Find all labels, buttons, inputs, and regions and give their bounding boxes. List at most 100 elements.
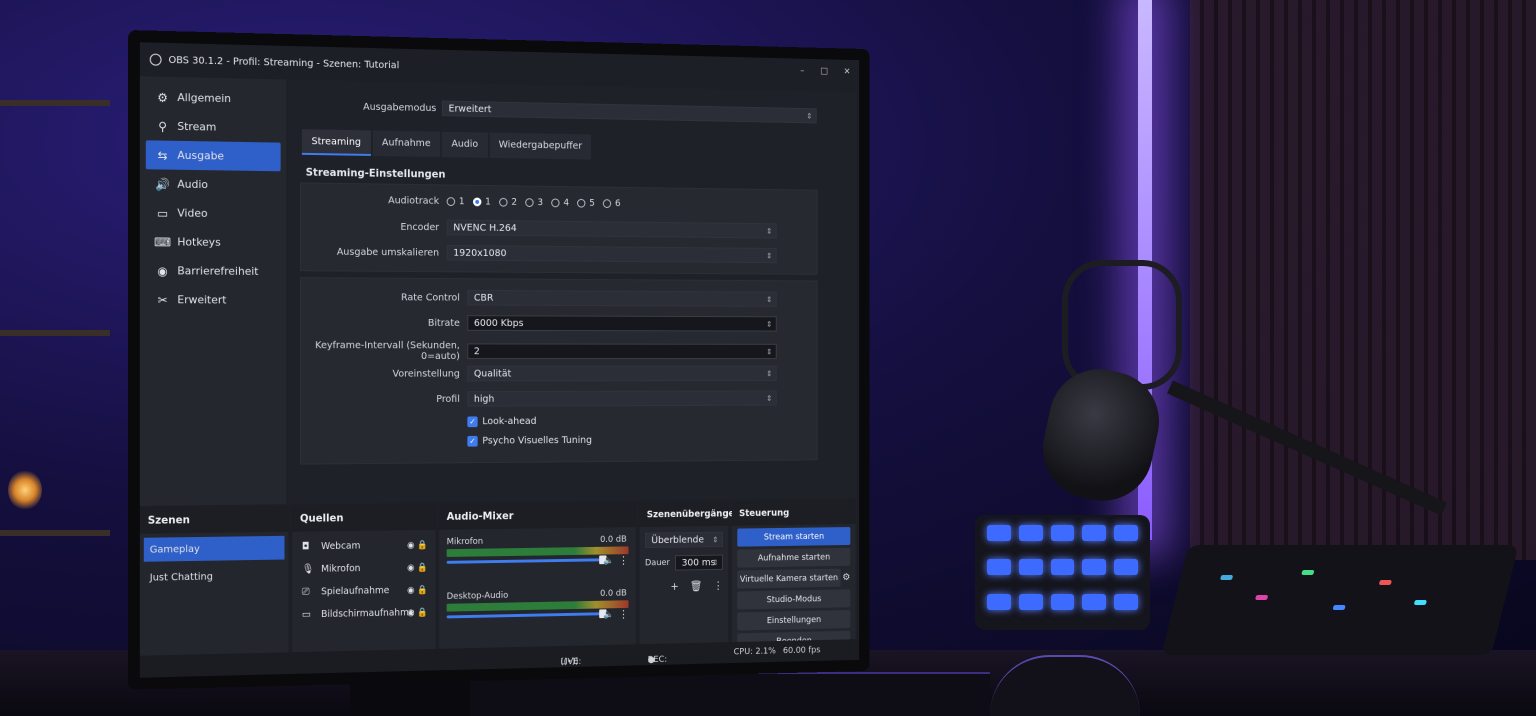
transitions-title: Szenenübergänge [639, 501, 734, 528]
audiotrack-radio-1[interactable]: 1 [446, 196, 465, 207]
monitor: OBS 30.1.2 - Profil: Streaming - Szenen:… [128, 30, 870, 690]
preset-row: Voreinstellung Qualität ⇕ [288, 365, 777, 382]
scene-item-gameplay[interactable]: Gameplay [143, 535, 285, 562]
rescale-select[interactable]: 1920x1080 ⇕ [446, 244, 777, 264]
output-icon: ⇆ [157, 147, 168, 163]
sidebar-item-erweitert[interactable]: ✂ Erweitert [146, 285, 281, 314]
tab-streaming[interactable]: Streaming [301, 129, 371, 156]
audiotrack-radio-4[interactable]: 4 [551, 198, 569, 208]
psycho-visual-checkbox[interactable]: ✓ Psycho Visuelles Tuning [467, 435, 592, 447]
keyboard-icon: ⌨ [154, 234, 172, 249]
game-capture-icon: ⎚ [301, 586, 310, 598]
bitrate-spinbox[interactable]: 6000 Kbps ⇕ [467, 315, 777, 332]
duration-spinbox[interactable]: 300 ms ⇕ [675, 554, 723, 571]
eye-icon[interactable]: ◉ [407, 563, 414, 573]
more-options-icon[interactable]: ⋮ [713, 579, 723, 592]
audiotrack-radio-5[interactable]: 5 [577, 198, 595, 209]
preset-select[interactable]: Qualität ⇕ [467, 365, 777, 382]
eye-icon[interactable]: ◉ [407, 540, 414, 550]
audiotrack-radio-1-selected[interactable]: 1 [473, 197, 491, 207]
output-mode-select[interactable]: Erweitert ⇕ [441, 100, 817, 124]
tools-icon: ✂ [157, 292, 168, 307]
sidebar-item-video[interactable]: ▭ Video [146, 198, 281, 228]
audiotrack-radio-2[interactable]: 2 [499, 197, 517, 208]
sidebar-item-hotkeys[interactable]: ⌨ Hotkeys [146, 227, 281, 257]
keyframe-label: Keyframe-Intervall (Sekunden, 0=auto) [315, 340, 460, 362]
close-icon[interactable]: ✕ [844, 67, 851, 77]
duration-row: Dauer 300 ms ⇕ [645, 554, 723, 572]
spinner-arrows-icon[interactable]: ⇕ [766, 317, 772, 331]
virtual-camera-button[interactable]: Virtuelle Kamera starten [737, 568, 841, 589]
channel-name: Desktop-Audio [446, 590, 509, 602]
preset-label: Voreinstellung [392, 368, 460, 380]
trash-icon[interactable]: 🗑 [690, 580, 703, 593]
spinner-arrows-icon[interactable]: ⇕ [712, 556, 718, 570]
lock-icon[interactable]: 🔒 [417, 608, 428, 618]
eye-icon[interactable]: ◉ [407, 608, 414, 618]
lock-icon[interactable]: 🔒 [417, 563, 428, 573]
output-settings-panel: – □ ✕ Ausgabemodus Erweitert ⇕ Streaming… [288, 66, 856, 505]
add-icon[interactable]: + [670, 580, 678, 593]
tab-audio[interactable]: Audio [442, 131, 488, 158]
signal-icon: ⚲ [158, 119, 167, 134]
lookahead-checkbox[interactable]: ✓ Look-ahead [467, 416, 537, 428]
audiotrack-radio-6[interactable]: 6 [603, 198, 621, 209]
shelf [0, 530, 110, 536]
keyframe-row: Keyframe-Intervall (Sekunden, 0=auto) 2 ⇕ [288, 340, 777, 362]
sidebar-item-stream[interactable]: ⚲ Stream [146, 111, 281, 142]
rate-control-select[interactable]: CBR ⇕ [467, 289, 777, 307]
virtual-camera-row: Virtuelle Kamera starten ⚙ [732, 566, 856, 589]
sidebar-item-audio[interactable]: 🔊 Audio [146, 169, 281, 200]
minimize-icon[interactable]: – [800, 66, 804, 76]
profile-select[interactable]: high ⇕ [467, 390, 777, 407]
lock-icon[interactable]: 🔒 [417, 540, 428, 550]
source-item-bildschirmaufnahme[interactable]: ▭ Bildschirmaufnahme ◉ 🔒 [292, 601, 435, 626]
settings-button[interactable]: Einstellungen [737, 610, 851, 631]
source-item-mikrofon[interactable]: 🎙 Mikrofon ◉ 🔒 [292, 556, 435, 581]
start-stream-button[interactable]: Stream starten [737, 527, 851, 547]
volume-slider[interactable] [446, 612, 605, 619]
shelf [0, 330, 110, 336]
scene-item-just-chatting[interactable]: Just Chatting [144, 563, 285, 589]
audiotrack-radio-3[interactable]: 3 [525, 197, 543, 208]
scenes-title: Szenen [139, 506, 289, 534]
speaker-icon: 🔊 [155, 176, 170, 192]
output-tabs: Streaming Aufnahme Audio Wiedergabepuffe… [301, 129, 593, 160]
sidebar-item-ausgabe[interactable]: ⇆ Ausgabe [145, 140, 281, 172]
volume-slider[interactable] [446, 558, 605, 564]
source-item-webcam[interactable]: ◘ Webcam ◉ 🔒 [292, 534, 435, 559]
lock-icon[interactable]: 🔒 [417, 585, 428, 595]
channel-db: 0.0 dB [600, 534, 627, 545]
tab-aufnahme[interactable]: Aufnahme [372, 130, 441, 158]
gear-icon[interactable]: ⚙ [842, 572, 850, 583]
eye-icon[interactable]: ◉ [407, 585, 414, 595]
sidebar-item-barrierefreiheit[interactable]: ◉ Barrierefreiheit [146, 256, 281, 286]
keyframe-spinbox[interactable]: 2 ⇕ [467, 343, 777, 360]
mixer-channel-desktop-audio: Desktop-Audio 0.0 dB 🔈 ⋮ [439, 581, 636, 639]
more-options-icon[interactable]: ⋮ [618, 608, 628, 621]
transition-toolbar: + 🗑 ⋮ [670, 579, 728, 592]
chevron-updown-icon: ⇕ [766, 226, 773, 236]
chevron-updown-icon: ⇕ [806, 111, 813, 121]
sidebar-item-allgemein[interactable]: ⚙ Allgemein [146, 82, 281, 114]
stream-deck [975, 515, 1150, 630]
section-title: Streaming-Einstellungen [305, 166, 446, 181]
speaker-icon[interactable]: 🔈 [604, 610, 614, 620]
maximize-icon[interactable]: □ [820, 67, 828, 77]
transition-select[interactable]: Überblende ⇕ [644, 531, 723, 549]
channel-name: Mikrofon [446, 536, 484, 548]
chevron-updown-icon: ⇕ [766, 251, 773, 261]
channel-db: 0.0 dB [600, 588, 627, 599]
tab-wiedergabepuffer[interactable]: Wiedergabepuffer [489, 132, 592, 160]
encoder-select[interactable]: NVENC H.264 ⇕ [446, 219, 777, 239]
window-title: OBS 30.1.2 - Profil: Streaming - Szenen:… [168, 54, 400, 71]
more-options-icon[interactable]: ⋮ [618, 554, 628, 567]
rate-control-label: Rate Control [401, 291, 460, 304]
start-recording-button[interactable]: Aufnahme starten [737, 547, 851, 568]
spinner-arrows-icon[interactable]: ⇕ [766, 345, 772, 359]
speaker-icon[interactable]: 🔈 [604, 556, 614, 566]
studio-mode-button[interactable]: Studio-Modus [737, 589, 851, 610]
bitrate-row: Bitrate 6000 Kbps ⇕ [288, 315, 777, 332]
gear-icon: ⚙ [157, 90, 168, 105]
source-item-spielaufnahme[interactable]: ⎚ Spielaufnahme ◉ 🔒 [292, 579, 435, 604]
